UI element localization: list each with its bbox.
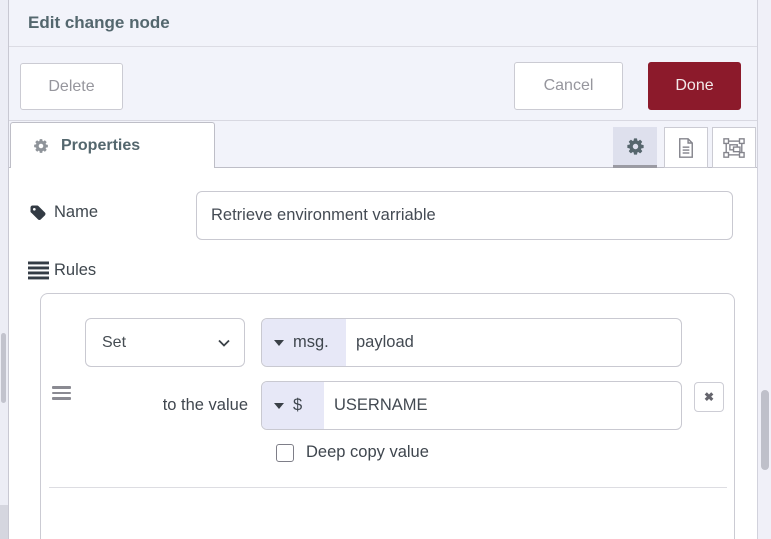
left-gutter-footer — [0, 505, 8, 539]
gear-icon — [34, 138, 48, 153]
rule-action-select[interactable]: Set — [85, 318, 245, 367]
deep-copy-row: Deep copy value — [276, 443, 429, 462]
rule-property-typed-input: msg. — [261, 318, 682, 367]
deep-copy-label: Deep copy value — [306, 443, 429, 461]
rule-value-type-label: $ — [293, 396, 303, 414]
group-selection-icon — [723, 137, 745, 158]
rule-value-type-button[interactable]: $ — [262, 382, 324, 429]
description-button[interactable] — [664, 127, 708, 168]
close-icon: ✖ — [703, 390, 715, 404]
triangle-down-icon — [274, 339, 284, 346]
deep-copy-checkbox[interactable] — [276, 443, 294, 462]
rule-property-type-label: msg. — [293, 333, 329, 351]
chevron-down-icon — [218, 339, 230, 347]
rule-remove-button[interactable]: ✖ — [694, 382, 724, 412]
done-button[interactable]: Done — [648, 62, 741, 110]
cancel-button[interactable]: Cancel — [514, 62, 623, 110]
right-scrollbar-thumb[interactable] — [761, 390, 769, 470]
name-label: Name — [54, 203, 99, 221]
rule-value-typed-input: $ — [261, 381, 682, 430]
rule-property-type-button[interactable]: msg. — [262, 319, 346, 366]
gear-icon — [626, 137, 644, 155]
edit-change-node-dialog: Edit change node Delete Cancel Done Prop… — [0, 0, 771, 539]
triangle-down-icon — [274, 402, 284, 409]
document-icon — [679, 137, 693, 158]
left-gutter — [0, 0, 9, 539]
appearance-button[interactable] — [712, 127, 756, 168]
dialog-title: Edit change node — [28, 13, 170, 32]
dialog-header: Edit change node — [9, 0, 757, 47]
properties-gear-button[interactable] — [613, 127, 657, 168]
name-field-label-row: Name — [30, 203, 98, 222]
rules-label: Rules — [54, 261, 97, 279]
to-the-value-label: to the value — [162, 396, 248, 414]
rules-section-label-row: Rules — [28, 261, 96, 280]
rule-value-input[interactable] — [324, 382, 681, 429]
tab-properties-label: Properties — [61, 136, 141, 154]
name-input[interactable] — [196, 191, 733, 240]
rule-action-value: Set — [102, 333, 127, 351]
rule-divider — [49, 487, 727, 488]
tag-icon — [30, 205, 46, 220]
tab-properties[interactable]: Properties — [10, 122, 215, 168]
rule-property-input[interactable] — [346, 319, 681, 366]
rule-drag-handle[interactable] — [52, 386, 71, 400]
delete-button[interactable]: Delete — [20, 63, 123, 110]
list-icon — [28, 261, 49, 280]
left-scrollbar-thumb[interactable] — [1, 333, 6, 403]
